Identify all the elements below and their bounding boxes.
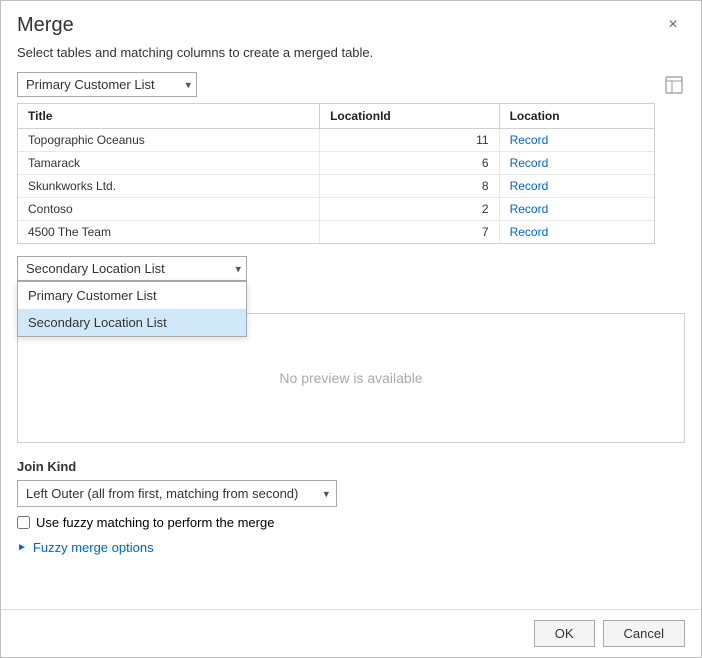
join-dropdown-wrapper: Left Outer (all from first, matching fro… — [17, 480, 337, 507]
cell-locationid: 6 — [320, 152, 499, 175]
primary-table-container: Title LocationId Location Topographic Oc… — [17, 103, 655, 244]
fuzzy-options-toggle[interactable]: ► Fuzzy merge options — [17, 540, 685, 555]
secondary-dropdown-list: Primary Customer List Secondary Location… — [17, 281, 247, 337]
fuzzy-checkbox[interactable] — [17, 516, 30, 529]
primary-select-row: Primary Customer List — [17, 72, 655, 97]
primary-section: Primary Customer List Title LocationId L… — [17, 72, 685, 244]
dropdown-option-primary[interactable]: Primary Customer List — [18, 282, 246, 309]
primary-table-dropdown[interactable]: Primary Customer List — [17, 72, 197, 97]
primary-table-header-row: Title LocationId Location — [18, 104, 654, 129]
cell-location: Record — [499, 221, 654, 244]
cell-title: Contoso — [18, 198, 320, 221]
cell-title: Skunkworks Ltd. — [18, 175, 320, 198]
table-row: 4500 The Team 7 Record — [18, 221, 654, 244]
cell-title: Tamarack — [18, 152, 320, 175]
cell-location: Record — [499, 129, 654, 152]
primary-dropdown-wrapper: Primary Customer List — [17, 72, 197, 97]
table-icon[interactable] — [663, 74, 685, 99]
table-row: Skunkworks Ltd. 8 Record — [18, 175, 654, 198]
chevron-right-icon: ► — [17, 542, 27, 553]
cell-locationid: 2 — [320, 198, 499, 221]
dialog-footer: OK Cancel — [1, 609, 701, 657]
fuzzy-checkbox-row: Use fuzzy matching to perform the merge — [17, 515, 685, 530]
ok-button[interactable]: OK — [534, 620, 595, 647]
close-button[interactable]: × — [661, 13, 685, 37]
primary-section-main: Primary Customer List Title LocationId L… — [17, 72, 655, 244]
join-section: Join Kind Left Outer (all from first, ma… — [17, 451, 685, 559]
primary-table: Title LocationId Location Topographic Oc… — [18, 104, 654, 243]
cell-title: 4500 The Team — [18, 221, 320, 244]
fuzzy-checkbox-label: Use fuzzy matching to perform the merge — [36, 515, 274, 530]
secondary-table-dropdown[interactable]: Primary Customer List Secondary Location… — [17, 256, 247, 281]
preview-text: No preview is available — [279, 370, 422, 386]
cell-location: Record — [499, 152, 654, 175]
table-row: Topographic Oceanus 11 Record — [18, 129, 654, 152]
cell-locationid: 7 — [320, 221, 499, 244]
dialog-title: Merge — [17, 14, 74, 37]
dialog-header: Merge × — [1, 1, 701, 41]
fuzzy-options-label: Fuzzy merge options — [33, 540, 154, 555]
cell-location: Record — [499, 198, 654, 221]
secondary-section: Primary Customer List Secondary Location… — [17, 256, 685, 443]
dropdown-option-secondary[interactable]: Secondary Location List — [18, 309, 246, 336]
secondary-dropdown-wrapper: Primary Customer List Secondary Location… — [17, 256, 247, 281]
merge-dialog: Merge × Select tables and matching colum… — [0, 0, 702, 658]
cell-location: Record — [499, 175, 654, 198]
dialog-body: Primary Customer List Title LocationId L… — [1, 72, 701, 609]
cell-locationid: 8 — [320, 175, 499, 198]
dialog-subtitle: Select tables and matching columns to cr… — [1, 41, 701, 72]
table-row: Contoso 2 Record — [18, 198, 654, 221]
table-row: Tamarack 6 Record — [18, 152, 654, 175]
col-location: Location — [499, 104, 654, 129]
secondary-dropdown-container: Primary Customer List Secondary Location… — [17, 256, 685, 281]
cell-title: Topographic Oceanus — [18, 129, 320, 152]
col-title: Title — [18, 104, 320, 129]
cell-locationid: 11 — [320, 129, 499, 152]
join-label: Join Kind — [17, 459, 685, 474]
cancel-button[interactable]: Cancel — [603, 620, 685, 647]
col-locationid: LocationId — [320, 104, 499, 129]
join-kind-dropdown[interactable]: Left Outer (all from first, matching fro… — [17, 480, 337, 507]
